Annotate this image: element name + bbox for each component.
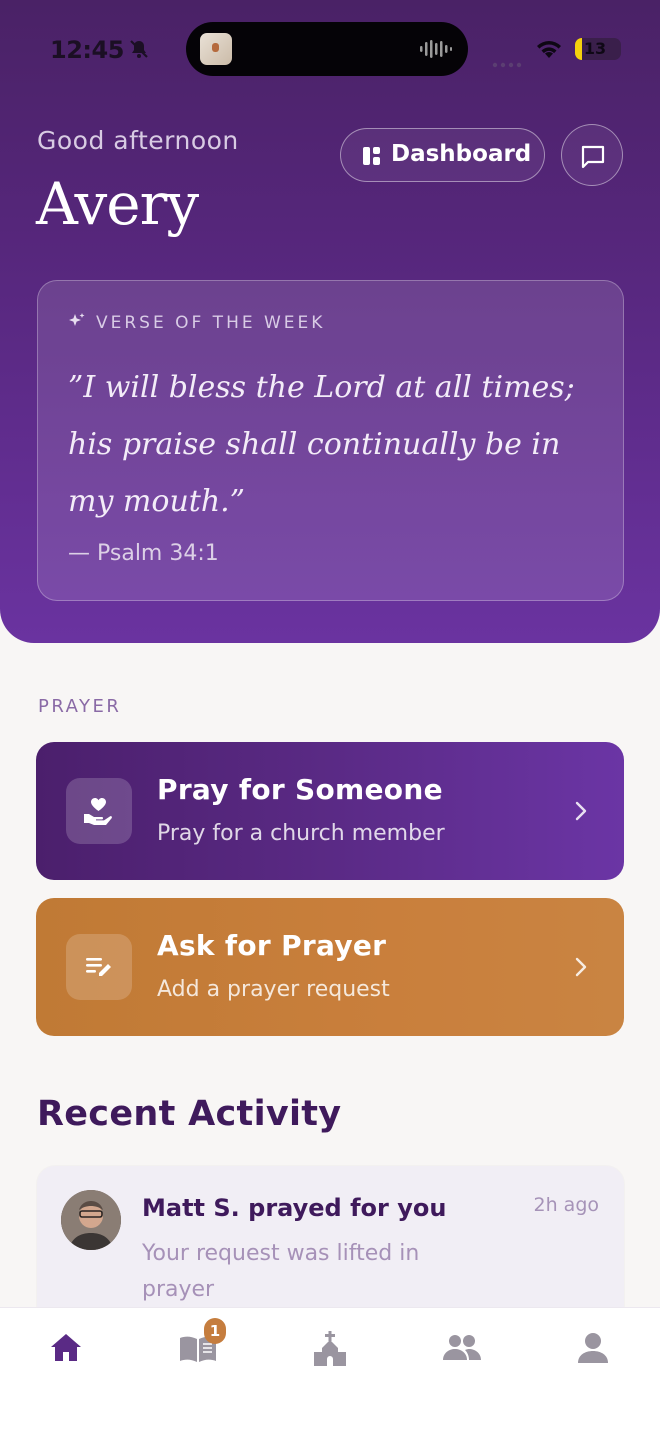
prayer-section-label: PRAYER <box>38 696 122 717</box>
verse-card: VERSE OF THE WEEK ”I will bless the Lord… <box>37 280 624 601</box>
chevron-right-icon <box>574 956 588 982</box>
avatar <box>61 1190 121 1250</box>
battery-level: 13 <box>583 39 607 58</box>
pray-card-subtitle: Pray for a church member <box>157 821 445 846</box>
wifi-icon <box>535 38 563 64</box>
praying-hands-icon <box>66 778 132 844</box>
verse-kicker: VERSE OF THE WEEK <box>68 312 325 334</box>
ask-card-title: Ask for Prayer <box>157 929 387 962</box>
dashboard-button[interactable]: Dashboard <box>340 128 545 182</box>
tab-bible[interactable]: 1 <box>178 1318 226 1370</box>
home-screen: 12:45 13 Good afternoon Avery Dashboard … <box>0 0 660 1434</box>
group-icon <box>443 1335 481 1360</box>
verse-reference: — Psalm 34:1 <box>68 541 219 566</box>
dynamic-island <box>186 22 468 76</box>
ask-for-prayer-card[interactable]: Ask for Prayer Add a prayer request <box>36 898 624 1036</box>
church-icon <box>314 1331 346 1366</box>
audio-wave-icon <box>420 39 452 63</box>
header-hero: 12:45 13 Good afternoon Avery Dashboard … <box>0 0 660 643</box>
chevron-right-icon <box>574 800 588 826</box>
tab-church[interactable] <box>311 1330 351 1370</box>
tab-home[interactable] <box>48 1330 88 1370</box>
status-time: 12:45 <box>50 36 124 64</box>
verse-kicker-label: VERSE OF THE WEEK <box>96 313 326 333</box>
recent-activity-title: Recent Activity <box>37 1094 342 1134</box>
notification-badge: 1 <box>204 1318 226 1344</box>
messages-button[interactable] <box>561 124 623 186</box>
activity-title: Matt S. prayed for you <box>142 1194 447 1222</box>
signal-dots-icon <box>492 53 524 72</box>
edit-note-icon <box>66 934 132 1000</box>
pray-card-title: Pray for Someone <box>157 773 443 806</box>
bell-muted-icon <box>128 38 150 64</box>
tab-bar: 1 <box>0 1307 660 1434</box>
tab-community[interactable] <box>441 1330 481 1370</box>
profile-icon <box>578 1333 608 1363</box>
now-playing-artwork <box>200 33 232 65</box>
verse-text: ”I will bless the Lord at all times; his… <box>68 370 575 519</box>
tab-profile[interactable] <box>575 1330 615 1370</box>
home-icon <box>51 1334 81 1361</box>
dashboard-label: Dashboard <box>391 141 532 167</box>
activity-subtitle: Your request was lifted in prayer <box>142 1241 420 1302</box>
ask-card-subtitle: Add a prayer request <box>157 977 390 1002</box>
sparkle-icon <box>68 312 86 334</box>
pray-for-someone-card[interactable]: Pray for Someone Pray for a church membe… <box>36 742 624 880</box>
user-name: Avery <box>36 170 199 238</box>
greeting-text: Good afternoon <box>37 126 239 155</box>
activity-time: 2h ago <box>533 1194 600 1216</box>
dashboard-icon <box>363 147 381 169</box>
status-bar: 12:45 13 <box>0 22 660 76</box>
battery-indicator: 13 <box>575 38 621 60</box>
message-icon <box>581 145 605 169</box>
